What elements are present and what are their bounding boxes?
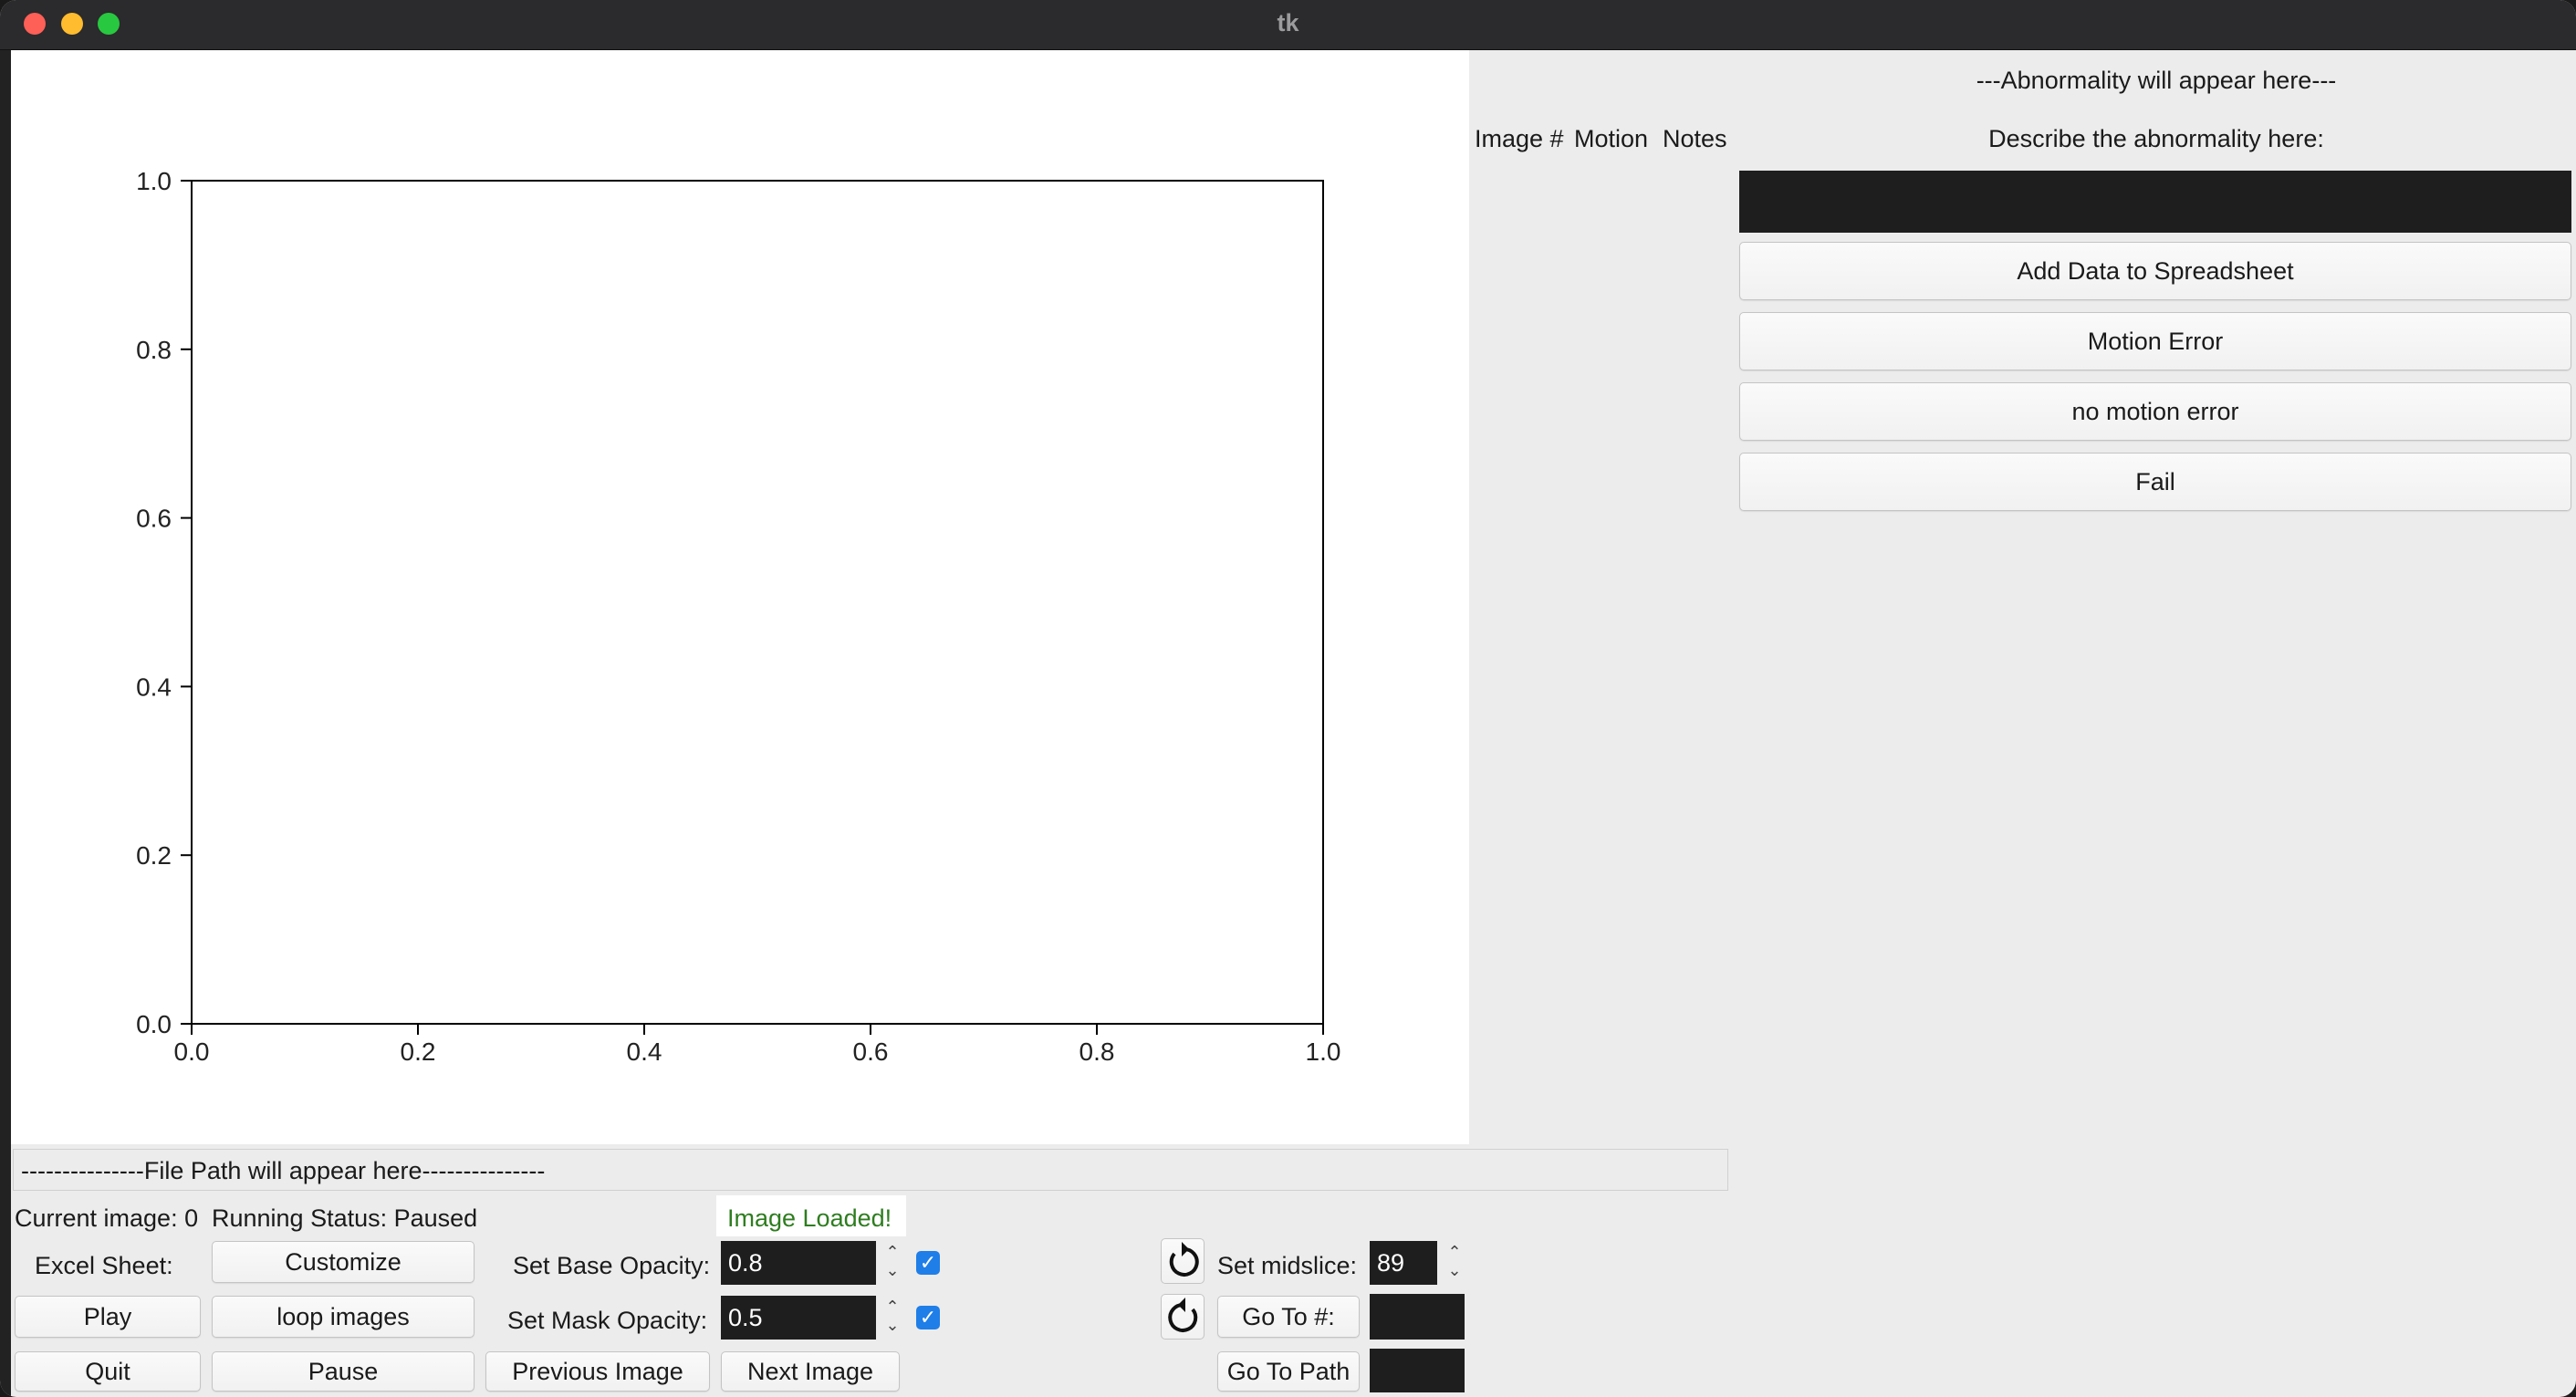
y-tick-label: 0.0 (136, 1010, 172, 1038)
go-to-path-button[interactable]: Go To Path (1217, 1351, 1360, 1392)
rotate-left-icon (1169, 1242, 1199, 1277)
file-path-bar: ---------------File Path will appear her… (13, 1149, 1728, 1191)
y-tick-label: 0.2 (136, 841, 172, 870)
window-edge (0, 50, 11, 1397)
no-motion-error-button[interactable]: no motion error (1739, 382, 2571, 441)
base-opacity-checkbox[interactable]: ✓ (916, 1251, 940, 1275)
x-tick-label: 1.0 (1306, 1037, 1341, 1066)
base-opacity-label: Set Base Opacity: (513, 1252, 711, 1279)
plot-figure: 0.0 0.2 0.4 0.6 0.8 1.0 0.0 0.2 0.4 0.6 0.8 1.0 (136, 167, 1341, 1066)
y-tick-label: 0.6 (136, 505, 172, 533)
y-tick-label: 1.0 (136, 167, 172, 195)
fail-button[interactable]: Fail (1739, 453, 2571, 511)
x-tick-label: 0.6 (853, 1037, 889, 1066)
y-tick-label: 0.8 (136, 336, 172, 364)
x-axis: 0.0 0.2 0.4 0.6 0.8 1.0 (174, 1024, 1341, 1066)
play-button[interactable]: Play (15, 1296, 201, 1338)
abnormality-input[interactable] (1739, 171, 2571, 233)
table-header-notes: Notes (1663, 125, 1727, 152)
y-axis: 0.0 0.2 0.4 0.6 0.8 1.0 (136, 167, 192, 1038)
mask-opacity-input[interactable]: 0.5 (721, 1296, 876, 1340)
x-tick-label: 0.2 (401, 1037, 436, 1066)
loop-images-button[interactable]: loop images (212, 1296, 475, 1338)
quit-button[interactable]: Quit (15, 1351, 201, 1392)
table-header-motion: Motion (1574, 125, 1649, 152)
current-image-label: Current image: 0 (15, 1204, 199, 1232)
midslice-label: Set midslice: (1217, 1252, 1358, 1279)
go-to-number-button[interactable]: Go To #: (1217, 1296, 1360, 1338)
spin-up-icon[interactable]: ⌃ (883, 1298, 902, 1316)
spin-down-icon[interactable]: ⌄ (883, 1316, 902, 1334)
file-path-label: ---------------File Path will appear her… (21, 1157, 546, 1184)
base-opacity-input[interactable]: 0.8 (721, 1241, 876, 1285)
image-loaded-label: Image Loaded! (727, 1204, 892, 1232)
base-opacity-spinner[interactable]: ⌃ ⌄ (883, 1243, 902, 1279)
app-window: tk 0.0 0.2 0.4 0.6 0.8 1.0 0.0 0.2 0.4 0.6 0.8 1.0… (0, 0, 2576, 1397)
mask-opacity-label: Set Mask Opacity: (507, 1307, 708, 1334)
rotate-right-icon (1168, 1298, 1198, 1332)
midslice-input[interactable]: 89 (1370, 1241, 1437, 1285)
spin-up-icon[interactable]: ⌃ (1445, 1243, 1464, 1261)
mask-opacity-checkbox[interactable]: ✓ (916, 1306, 940, 1329)
x-tick-label: 0.0 (174, 1037, 210, 1066)
go-to-number-input[interactable] (1370, 1294, 1465, 1340)
y-tick-label: 0.4 (136, 672, 172, 701)
next-image-button[interactable]: Next Image (721, 1351, 900, 1392)
rotate-left-button[interactable] (1161, 1238, 1205, 1284)
spin-down-icon[interactable]: ⌄ (883, 1261, 902, 1279)
add-data-to-spreadsheet-button[interactable]: Add Data to Spreadsheet (1739, 242, 2571, 300)
go-to-path-input[interactable] (1370, 1349, 1465, 1392)
spin-up-icon[interactable]: ⌃ (883, 1243, 902, 1261)
abnormality-describe-label: Describe the abnormality here: (1988, 125, 2324, 152)
rotate-right-button[interactable] (1161, 1294, 1205, 1340)
mask-opacity-spinner[interactable]: ⌃ ⌄ (883, 1298, 902, 1334)
image-loaded-status: Image Loaded! (716, 1195, 906, 1236)
previous-image-button[interactable]: Previous Image (485, 1351, 710, 1392)
motion-error-button[interactable]: Motion Error (1739, 312, 2571, 370)
running-status-label: Running Status: Paused (212, 1204, 478, 1232)
excel-sheet-label: Excel Sheet: (35, 1252, 173, 1279)
spin-down-icon[interactable]: ⌄ (1445, 1261, 1464, 1279)
x-tick-label: 0.8 (1079, 1037, 1115, 1066)
pause-button[interactable]: Pause (212, 1351, 475, 1392)
abnormality-title: ---Abnormality will appear here--- (1976, 67, 2337, 94)
x-tick-label: 0.4 (627, 1037, 662, 1066)
midslice-spinner[interactable]: ⌃ ⌄ (1445, 1243, 1464, 1279)
window-title: tk (1277, 9, 1299, 36)
plot-axes-frame (191, 180, 1324, 1025)
customize-button[interactable]: Customize (212, 1241, 475, 1283)
plot-canvas: 0.0 0.2 0.4 0.6 0.8 1.0 0.0 0.2 0.4 0.6 0.8 1.0 (11, 50, 1469, 1144)
table-header-image-num: Image # (1475, 125, 1564, 152)
title-bar: tk (0, 0, 2576, 50)
